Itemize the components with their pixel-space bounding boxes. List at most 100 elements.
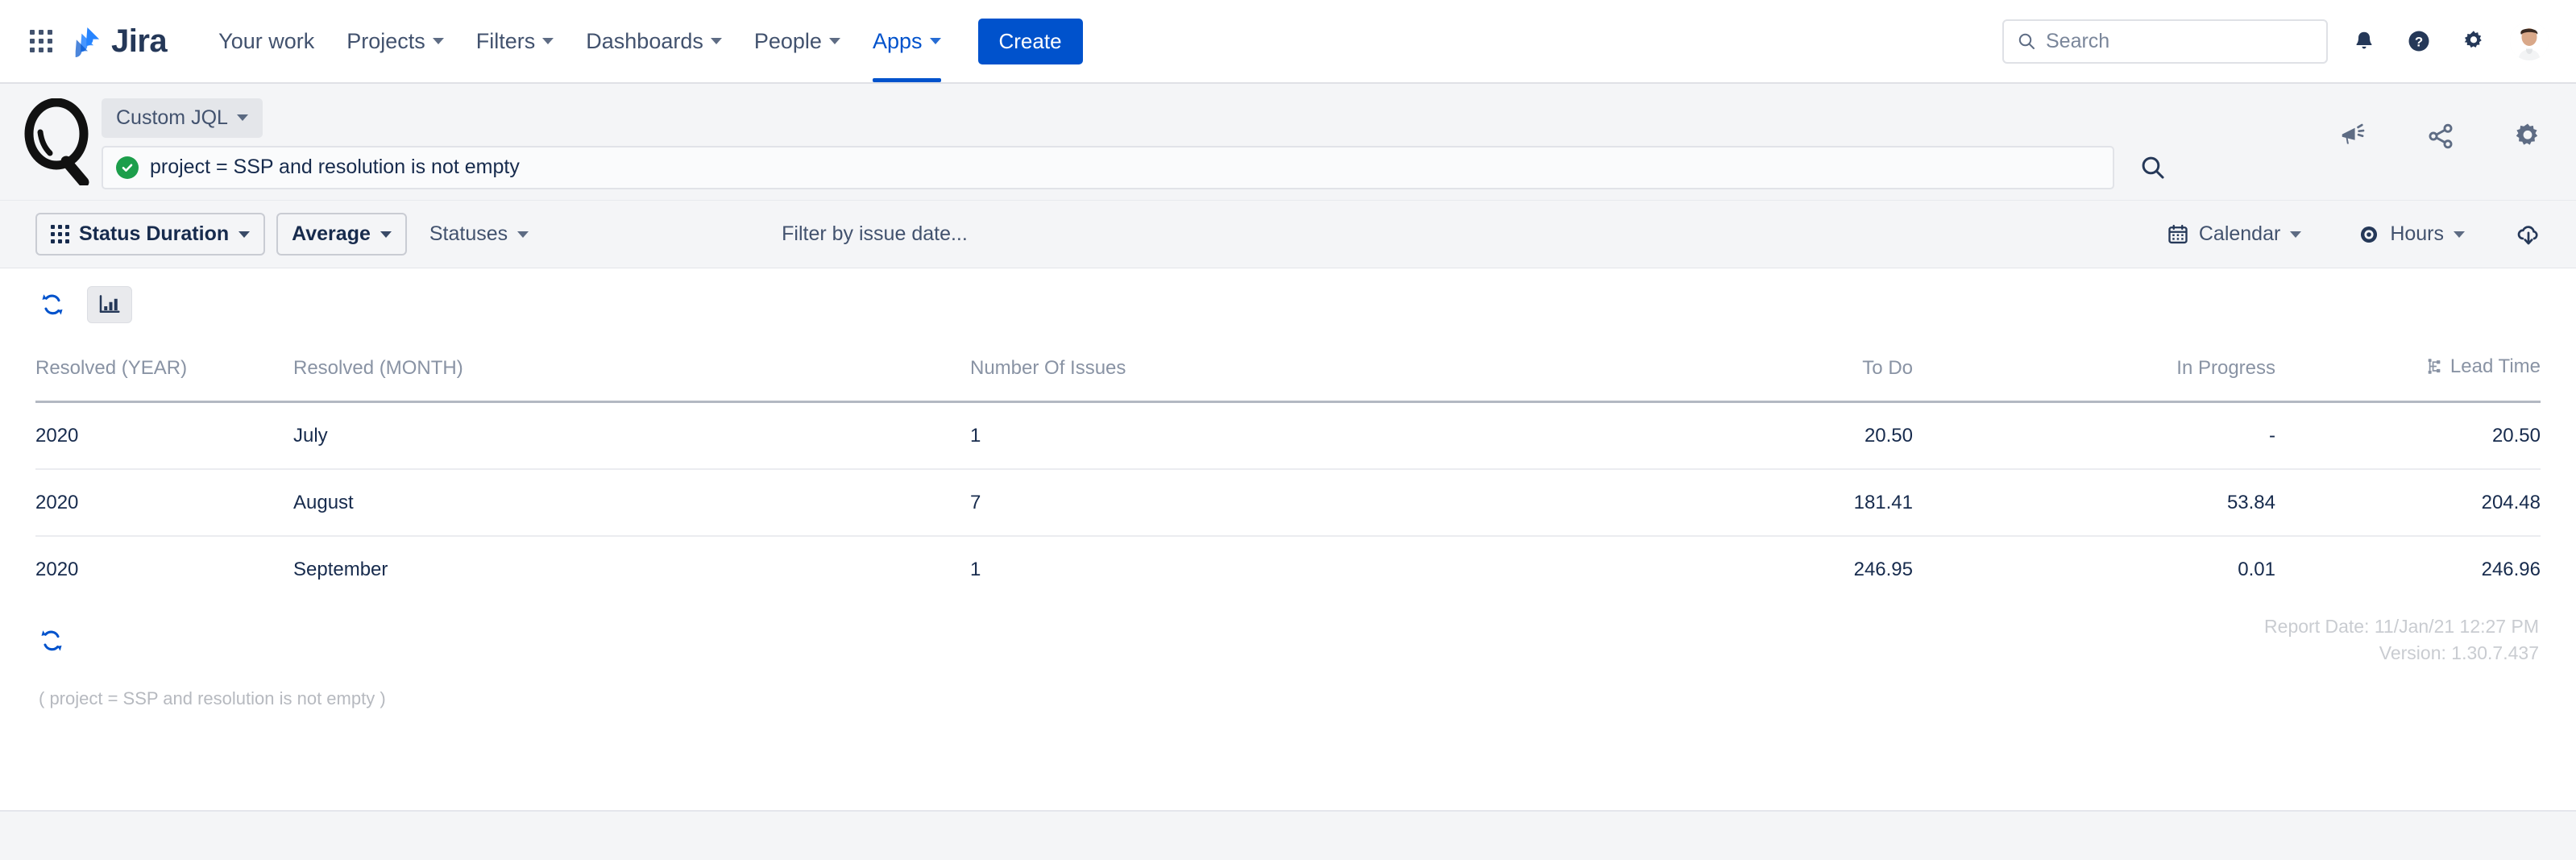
- report-toolbar: Status Duration Average Statuses Filter …: [0, 201, 2576, 268]
- workflow-branch-icon: [2427, 358, 2443, 376]
- jira-logo[interactable]: Jira: [73, 25, 167, 57]
- cell-lead-time: 246.96: [2275, 536, 2541, 602]
- create-button[interactable]: Create: [978, 19, 1083, 64]
- help-icon[interactable]: ?: [2400, 23, 2437, 60]
- chevron-down-icon: [433, 38, 444, 44]
- column-header-resolved-month[interactable]: Resolved (MONTH): [293, 355, 970, 402]
- table-header-row: Resolved (YEAR) Resolved (MONTH) Number …: [35, 355, 2541, 402]
- chevron-down-icon: [2290, 231, 2301, 238]
- refresh-icon[interactable]: [39, 289, 66, 320]
- jql-search-button[interactable]: [2137, 152, 2169, 184]
- report-content: Resolved (YEAR) Resolved (MONTH) Number …: [0, 268, 2576, 602]
- query-valid-check-icon: [116, 156, 139, 179]
- cell-year: 2020: [35, 536, 293, 602]
- bar-chart-icon: [97, 293, 122, 316]
- column-header-resolved-year[interactable]: Resolved (YEAR): [35, 355, 293, 402]
- jira-mark-icon: [73, 25, 103, 57]
- magnifier-logo-icon: [21, 98, 98, 185]
- nav-right-group: Search ?: [2002, 19, 2549, 64]
- cell-year: 2020: [35, 469, 293, 536]
- chevron-down-icon: [2454, 231, 2465, 238]
- grid-apps-icon: [51, 225, 69, 243]
- time-units-dropdown[interactable]: Hours: [2346, 214, 2476, 254]
- nav-item-your-work[interactable]: Your work: [202, 0, 330, 82]
- top-navigation-bar: Jira Your work Projects Filters Dashboar…: [0, 0, 2576, 84]
- nav-label: Projects: [346, 29, 425, 54]
- jql-fields: Custom JQL project = SSP and resolution …: [102, 95, 2284, 189]
- cell-year: 2020: [35, 402, 293, 470]
- view-controls: [35, 268, 2541, 338]
- cell-issues: 1: [970, 402, 1534, 470]
- cell-lead-time: 20.50: [2275, 402, 2541, 470]
- cell-issues: 7: [970, 469, 1534, 536]
- column-header-in-progress[interactable]: In Progress: [1913, 355, 2275, 402]
- settings-gear-icon[interactable]: [2507, 115, 2549, 157]
- table-row[interactable]: 2020 September 1 246.95 0.01 246.96: [35, 536, 2541, 602]
- calendar-icon: [2167, 223, 2189, 246]
- search-placeholder: Search: [2046, 30, 2109, 53]
- chevron-down-icon: [237, 114, 248, 121]
- nav-label: Filters: [476, 29, 536, 54]
- announce-megaphone-icon[interactable]: [2333, 115, 2375, 157]
- report-type-label: Status Duration: [79, 222, 229, 246]
- chevron-down-icon: [517, 231, 529, 238]
- nav-item-dashboards[interactable]: Dashboards: [570, 0, 738, 82]
- footer-jql-summary: ( project = SSP and resolution is not em…: [35, 659, 2541, 709]
- chevron-down-icon: [542, 38, 554, 44]
- calendar-dropdown[interactable]: Calendar: [2155, 214, 2313, 254]
- jql-input-row: project = SSP and resolution is not empt…: [102, 146, 2284, 189]
- toolbar-right-group: Calendar Hours: [2155, 214, 2547, 254]
- table-body: 2020 July 1 20.50 - 20.50 2020 August 7 …: [35, 402, 2541, 603]
- cell-lead-time: 204.48: [2275, 469, 2541, 536]
- calendar-label: Calendar: [2199, 222, 2280, 246]
- cell-to-do: 246.95: [1534, 536, 1913, 602]
- nav-item-projects[interactable]: Projects: [330, 0, 460, 82]
- status-duration-table: Resolved (YEAR) Resolved (MONTH) Number …: [35, 355, 2541, 602]
- column-header-number-of-issues[interactable]: Number Of Issues: [970, 355, 1534, 402]
- nav-item-people[interactable]: People: [738, 0, 857, 82]
- report-metadata: Report Date: 11/Jan/21 12:27 PM Version:…: [2264, 613, 2539, 667]
- bar-chart-toggle-button[interactable]: [87, 286, 132, 323]
- settings-gear-icon[interactable]: [2455, 23, 2492, 60]
- nav-label: People: [754, 29, 822, 54]
- nav-item-apps[interactable]: Apps: [857, 0, 957, 82]
- table-row[interactable]: 2020 August 7 181.41 53.84 204.48: [35, 469, 2541, 536]
- column-header-lead-time[interactable]: Lead Time: [2275, 355, 2541, 402]
- notifications-bell-icon[interactable]: [2346, 23, 2383, 60]
- bottom-strip: [0, 810, 2576, 860]
- share-icon[interactable]: [2420, 115, 2462, 157]
- app-version: Version: 1.30.7.437: [2264, 640, 2539, 667]
- refresh-icon[interactable]: [35, 602, 63, 659]
- cell-month: July: [293, 402, 970, 470]
- jql-search-bar: Custom JQL project = SSP and resolution …: [0, 84, 2576, 201]
- jql-action-icons: [2333, 115, 2549, 168]
- svg-text:?: ?: [2415, 35, 2423, 50]
- nav-label: Dashboards: [586, 29, 703, 54]
- report-footer: Report Date: 11/Jan/21 12:27 PM Version:…: [0, 602, 2576, 709]
- report-type-dropdown[interactable]: Status Duration: [35, 213, 265, 256]
- app-switcher-icon[interactable]: [23, 23, 60, 60]
- cloud-download-icon[interactable]: [2510, 216, 2547, 253]
- custom-jql-label: Custom JQL: [116, 106, 228, 130]
- report-date: Report Date: 11/Jan/21 12:27 PM: [2264, 613, 2539, 640]
- cell-in-progress: -: [1913, 402, 2275, 470]
- search-input[interactable]: Search: [2002, 19, 2328, 64]
- cell-in-progress: 0.01: [1913, 536, 2275, 602]
- aggregation-label: Average: [292, 222, 371, 246]
- issue-date-filter[interactable]: Filter by issue date...: [782, 222, 968, 246]
- lead-time-label: Lead Time: [2450, 355, 2541, 378]
- chevron-down-icon: [239, 231, 250, 238]
- table-row[interactable]: 2020 July 1 20.50 - 20.50: [35, 402, 2541, 470]
- aggregation-dropdown[interactable]: Average: [276, 213, 407, 256]
- cell-month: August: [293, 469, 970, 536]
- search-icon: [2017, 31, 2036, 51]
- column-header-to-do[interactable]: To Do: [1534, 355, 1913, 402]
- statuses-dropdown[interactable]: Statuses: [418, 214, 540, 254]
- cell-month: September: [293, 536, 970, 602]
- chevron-down-icon: [711, 38, 722, 44]
- nav-item-filters[interactable]: Filters: [460, 0, 570, 82]
- jql-query-input[interactable]: project = SSP and resolution is not empt…: [102, 146, 2114, 189]
- user-avatar[interactable]: [2510, 22, 2549, 60]
- custom-jql-dropdown[interactable]: Custom JQL: [102, 98, 263, 138]
- jql-query-text: project = SSP and resolution is not empt…: [150, 156, 520, 179]
